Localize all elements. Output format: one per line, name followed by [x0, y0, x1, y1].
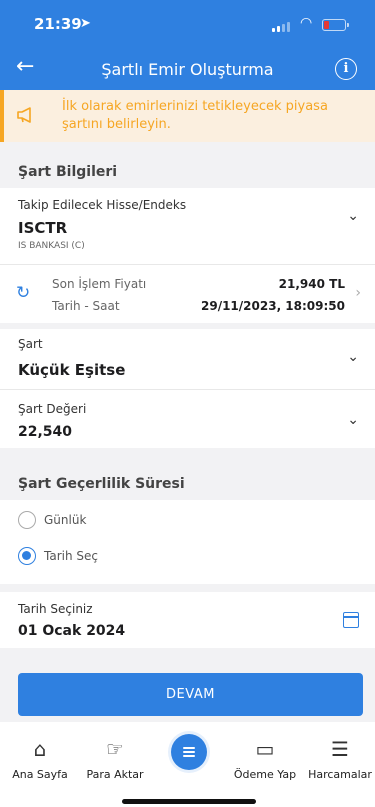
- instrument-name: IS BANKASI (C): [18, 241, 85, 251]
- condition-value-input: 22,540: [18, 424, 73, 440]
- hand-coin-icon: ☞: [106, 737, 124, 761]
- status-time: 21:39: [34, 15, 82, 33]
- last-price-label: Son İşlem Fiyatı: [52, 277, 147, 291]
- continue-button[interactable]: DEVAM: [18, 673, 363, 716]
- chevron-down-icon: ⌄: [347, 412, 359, 428]
- instrument-label: Takip Edilecek Hisse/Endeks: [18, 198, 187, 212]
- condition-value: Küçük Eşitse: [18, 361, 126, 379]
- home-indicator: [122, 799, 256, 804]
- bottom-tab-bar: ⌂ Ana Sayfa ☞ Para Aktar ▭ Ödeme Yap ☰ H…: [0, 722, 375, 807]
- wifi-icon: ◠: [300, 15, 313, 31]
- battery-icon: [322, 19, 346, 31]
- location-arrow-icon: ➤: [80, 16, 91, 31]
- date-picker-field[interactable]: Tarih Seçiniz 01 Ocak 2024: [0, 592, 375, 648]
- date-label: Tarih Seçiniz: [18, 602, 93, 616]
- menu-button[interactable]: [171, 734, 207, 770]
- refresh-icon[interactable]: ↻: [16, 283, 30, 303]
- tab-label: Harcamalar: [308, 768, 372, 781]
- validity-options: Günlük Tarih Seç: [0, 500, 375, 584]
- header: 21:39 ➤ ◠ ← Şartlı Emir Oluşturma i: [0, 0, 375, 90]
- radio-select-date-label[interactable]: Tarih Seç: [44, 549, 98, 563]
- status-bar: 21:39 ➤ ◠: [0, 0, 375, 44]
- datetime-value: 29/11/2023, 18:09:50: [201, 299, 345, 313]
- signal-icon: [272, 20, 294, 32]
- condition-value-field[interactable]: Şart Değeri 22,540 ⌄: [0, 390, 375, 448]
- receipt-icon: ☰: [331, 737, 349, 761]
- megaphone-icon: [17, 107, 31, 123]
- chevron-right-icon: ›: [355, 285, 361, 301]
- battery-cap: [347, 23, 349, 27]
- datetime-label: Tarih - Saat: [52, 299, 120, 313]
- info-icon[interactable]: i: [335, 58, 357, 80]
- tab-transfer[interactable]: ☞ Para Aktar: [70, 736, 160, 781]
- radio-select-date[interactable]: [18, 547, 36, 565]
- condition-label: Şart: [18, 337, 43, 351]
- chevron-down-icon: ⌄: [347, 349, 359, 365]
- page-title: Şartlı Emir Oluşturma: [101, 60, 274, 79]
- radio-daily-label[interactable]: Günlük: [44, 513, 86, 527]
- instrument-selector[interactable]: Takip Edilecek Hisse/Endeks ISCTR IS BAN…: [0, 188, 375, 264]
- calendar-icon[interactable]: [343, 612, 359, 628]
- tab-expenses[interactable]: ☰ Harcamalar: [295, 736, 375, 781]
- notice-banner: İlk olarak emirlerinizi tetikleyecek piy…: [0, 90, 375, 142]
- condition-selector[interactable]: Şart Küçük Eşitse ⌄: [0, 329, 375, 389]
- last-price-value: 21,940 TL: [278, 277, 345, 291]
- chevron-down-icon: ⌄: [347, 208, 359, 224]
- instrument-symbol: ISCTR: [18, 219, 68, 237]
- last-price-row[interactable]: ↻ Son İşlem Fiyatı 21,940 TL Tarih - Saa…: [0, 265, 375, 323]
- date-value: 01 Ocak 2024: [18, 623, 126, 639]
- condition-value-label: Şart Değeri: [18, 402, 87, 416]
- tab-label: Para Aktar: [86, 768, 144, 781]
- radio-daily[interactable]: [18, 511, 36, 529]
- notice-text: İlk olarak emirlerinizi tetikleyecek piy…: [62, 99, 328, 132]
